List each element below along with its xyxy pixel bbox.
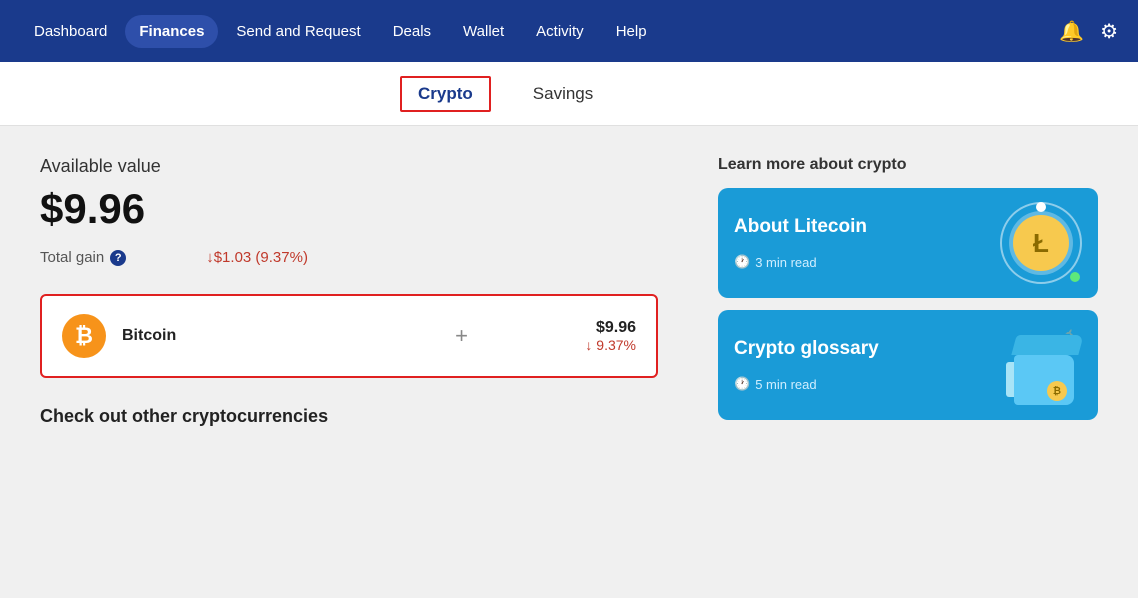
nav-item-send-request[interactable]: Send and Request bbox=[222, 15, 374, 48]
gain-label: Total gain ? bbox=[40, 249, 126, 266]
available-label: Available value bbox=[40, 156, 658, 177]
tab-crypto[interactable]: Crypto bbox=[400, 76, 491, 112]
right-panel: Learn more about crypto About Litecoin 🕐… bbox=[718, 156, 1098, 568]
bitcoin-card[interactable]: ₿ Bitcoin + $9.96 ↓ 9.37% bbox=[40, 294, 658, 378]
glossary-card-content: Crypto glossary 🕐 5 min read bbox=[734, 338, 879, 392]
nav-item-finances[interactable]: Finances bbox=[125, 15, 218, 48]
other-cryptos-label: Check out other cryptocurrencies bbox=[40, 406, 658, 427]
crypto-add-button[interactable]: + bbox=[354, 323, 570, 349]
left-panel: Available value $9.96 Total gain ? ↓$1.0… bbox=[40, 156, 658, 568]
gain-value: ↓$1.03 (9.37%) bbox=[206, 249, 308, 266]
navbar: Dashboard Finances Send and Request Deal… bbox=[0, 0, 1138, 62]
glossary-card[interactable]: Crypto glossary 🕐 5 min read 🐋 ₿ bbox=[718, 310, 1098, 420]
glossary-illustration: 🐋 ₿ bbox=[996, 320, 1086, 410]
crypto-pct: ↓ 9.37% bbox=[585, 337, 636, 353]
subtabs: Crypto Savings bbox=[0, 62, 1138, 126]
main-content: Available value $9.96 Total gain ? ↓$1.0… bbox=[0, 126, 1138, 598]
litecoin-card-title: About Litecoin bbox=[734, 216, 867, 238]
crypto-usd: $9.96 bbox=[585, 319, 636, 337]
litecoin-card-content: About Litecoin 🕐 3 min read bbox=[734, 216, 867, 270]
glossary-card-time: 🕐 5 min read bbox=[734, 376, 879, 392]
litecoin-illustration: Ł bbox=[996, 198, 1086, 288]
bell-icon[interactable]: 🔔 bbox=[1059, 19, 1084, 44]
nav-icon-group: 🔔 ⚙ bbox=[1059, 19, 1118, 44]
gain-info-icon[interactable]: ? bbox=[110, 250, 126, 266]
clock-icon-2: 🕐 bbox=[734, 376, 750, 392]
nav-item-help[interactable]: Help bbox=[602, 15, 661, 48]
available-value: $9.96 bbox=[40, 185, 658, 233]
gear-icon[interactable]: ⚙ bbox=[1100, 19, 1118, 44]
nav-item-deals[interactable]: Deals bbox=[379, 15, 445, 48]
nav-item-dashboard[interactable]: Dashboard bbox=[20, 15, 121, 48]
gain-row: Total gain ? ↓$1.03 (9.37%) bbox=[40, 249, 658, 266]
litecoin-card[interactable]: About Litecoin 🕐 3 min read Ł bbox=[718, 188, 1098, 298]
tab-savings[interactable]: Savings bbox=[515, 76, 611, 112]
learn-title: Learn more about crypto bbox=[718, 156, 1098, 174]
nav-links: Dashboard Finances Send and Request Deal… bbox=[20, 15, 661, 48]
nav-item-wallet[interactable]: Wallet bbox=[449, 15, 518, 48]
litecoin-card-time: 🕐 3 min read bbox=[734, 254, 867, 270]
clock-icon: 🕐 bbox=[734, 254, 750, 270]
crypto-values: $9.96 ↓ 9.37% bbox=[585, 319, 636, 353]
glossary-card-title: Crypto glossary bbox=[734, 338, 879, 360]
crypto-name: Bitcoin bbox=[122, 327, 338, 345]
nav-item-activity[interactable]: Activity bbox=[522, 15, 598, 48]
bitcoin-icon: ₿ bbox=[62, 314, 106, 358]
